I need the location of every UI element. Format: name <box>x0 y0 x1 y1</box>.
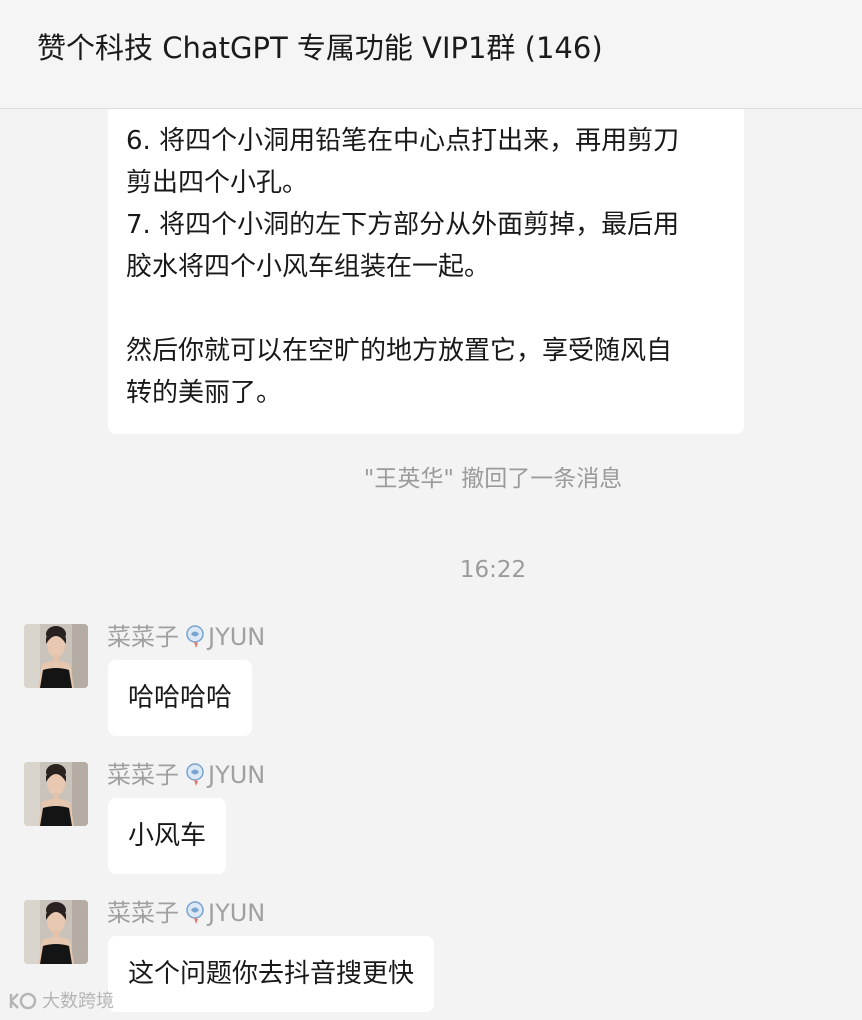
enterprise-badge-icon <box>185 625 205 657</box>
message-line: 胶水将四个小风车组装在一起。 <box>126 252 491 282</box>
timestamp: 16:22 <box>459 557 527 583</box>
message-text: 这个问题你去抖音搜更快 <box>128 959 415 989</box>
sender-name: 菜菜子 JYUN <box>107 897 265 933</box>
message-text: 哈哈哈哈 <box>128 683 233 713</box>
message-bubble[interactable]: 这个问题你去抖音搜更快 <box>108 936 435 1012</box>
message-bubble[interactable]: 哈哈哈哈 <box>108 660 253 736</box>
sender-tag: JYUN <box>208 623 266 651</box>
message-line: 转的美丽了。 <box>126 378 283 408</box>
message-line: 剪出四个小孔。 <box>126 168 309 198</box>
sender-tag: JYUN <box>208 899 266 927</box>
watermark: 大数跨境 <box>8 990 114 1019</box>
sender-name: 菜菜子 JYUN <box>107 759 265 795</box>
enterprise-badge-icon <box>185 901 205 933</box>
recall-notice: "王英华" 撤回了一条消息 <box>363 466 623 492</box>
sender-name-text: 菜菜子 <box>107 761 179 789</box>
chat-area: 个方向。 6. 将四个小洞用铅笔在中心点打出来，再用剪刀 剪出四个小孔。 7. … <box>0 0 862 1020</box>
chat-header: 赞个科技 ChatGPT 专属功能 VIP1群 (146) <box>0 0 862 109</box>
group-title[interactable]: 赞个科技 ChatGPT 专属功能 VIP1群 (146) <box>37 28 603 68</box>
sender-tag: JYUN <box>208 761 266 789</box>
watermark-logo-icon <box>8 990 38 1019</box>
avatar[interactable] <box>24 900 88 964</box>
sender-name-text: 菜菜子 <box>107 623 179 651</box>
message-line: 然后你就可以在空旷的地方放置它，享受随风自 <box>126 336 673 366</box>
message-text: 小风车 <box>128 821 207 851</box>
enterprise-badge-icon <box>185 763 205 795</box>
avatar[interactable] <box>24 762 88 826</box>
message-line: 6. 将四个小洞用铅笔在中心点打出来，再用剪刀 <box>126 126 680 156</box>
sender-name: 菜菜子 JYUN <box>107 621 265 657</box>
avatar[interactable] <box>24 624 88 688</box>
message-line: 7. 将四个小洞的左下方部分从外面剪掉，最后用 <box>126 210 680 240</box>
message-bubble[interactable]: 小风车 <box>108 798 227 874</box>
watermark-text: 大数跨境 <box>42 991 114 1012</box>
sender-name-text: 菜菜子 <box>107 899 179 927</box>
message-bubble-long[interactable]: 个方向。 6. 将四个小洞用铅笔在中心点打出来，再用剪刀 剪出四个小孔。 7. … <box>108 60 744 434</box>
